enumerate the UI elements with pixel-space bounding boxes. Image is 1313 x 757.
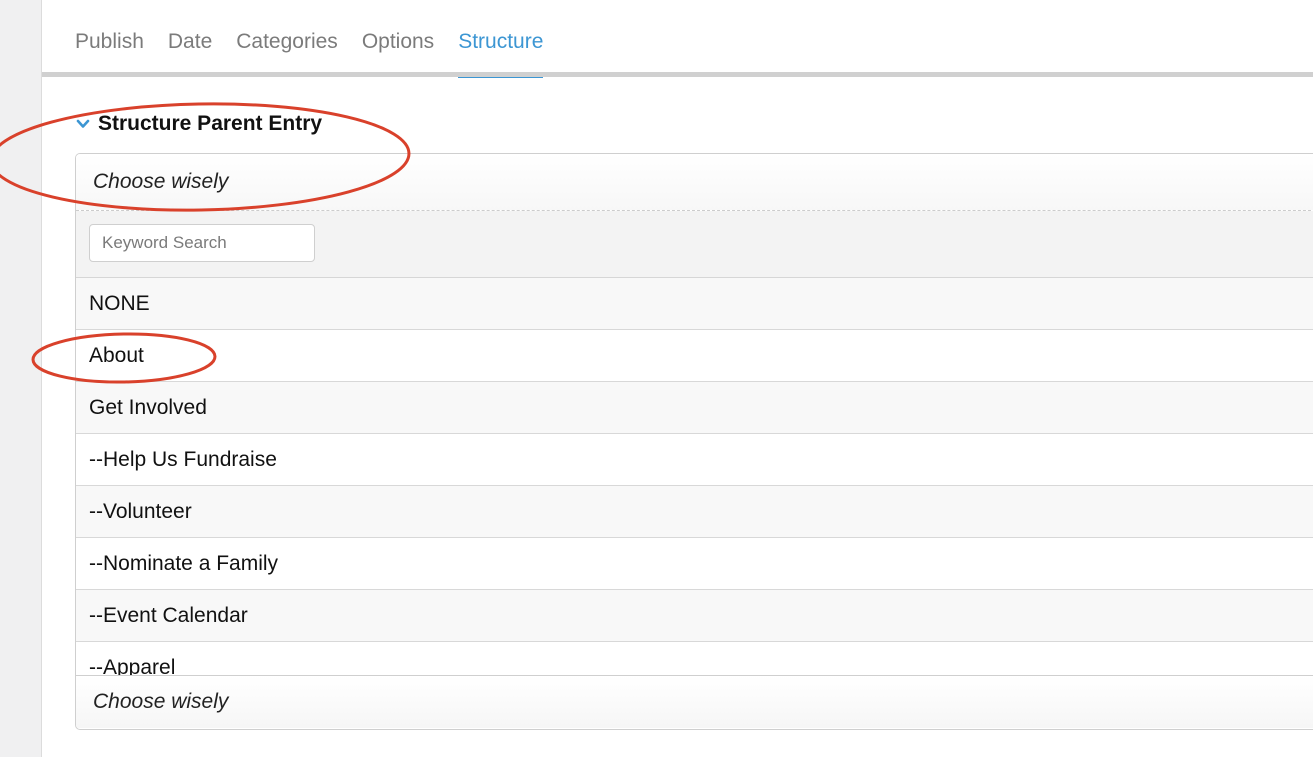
selected-value[interactable]: Choose wisely (76, 154, 1313, 211)
tab-divider (42, 72, 1313, 77)
list-item[interactable]: NONE (76, 278, 1313, 330)
list-item[interactable]: --Event Calendar (76, 590, 1313, 642)
keyword-search-input[interactable] (89, 224, 315, 262)
list-item[interactable]: --Apparel (76, 642, 1313, 675)
chevron-down-icon (76, 119, 90, 128)
list-item[interactable]: Get Involved (76, 382, 1313, 434)
list-item[interactable]: About (76, 330, 1313, 382)
options-list[interactable]: NONE About Get Involved --Help Us Fundra… (76, 278, 1313, 675)
section-toggle[interactable]: Structure Parent Entry (76, 112, 322, 136)
tab-bar: Publish Date Categories Options Structur… (42, 0, 1313, 80)
footer-selected-value: Choose wisely (76, 675, 1313, 728)
left-sidebar-rail (0, 0, 42, 757)
list-item[interactable]: --Volunteer (76, 486, 1313, 538)
parent-entry-field: Choose wisely NONE About Get Involved --… (75, 153, 1313, 730)
section-title: Structure Parent Entry (98, 112, 323, 135)
list-item[interactable]: --Help Us Fundraise (76, 434, 1313, 486)
search-bar (76, 211, 1313, 278)
list-item[interactable]: --Nominate a Family (76, 538, 1313, 590)
